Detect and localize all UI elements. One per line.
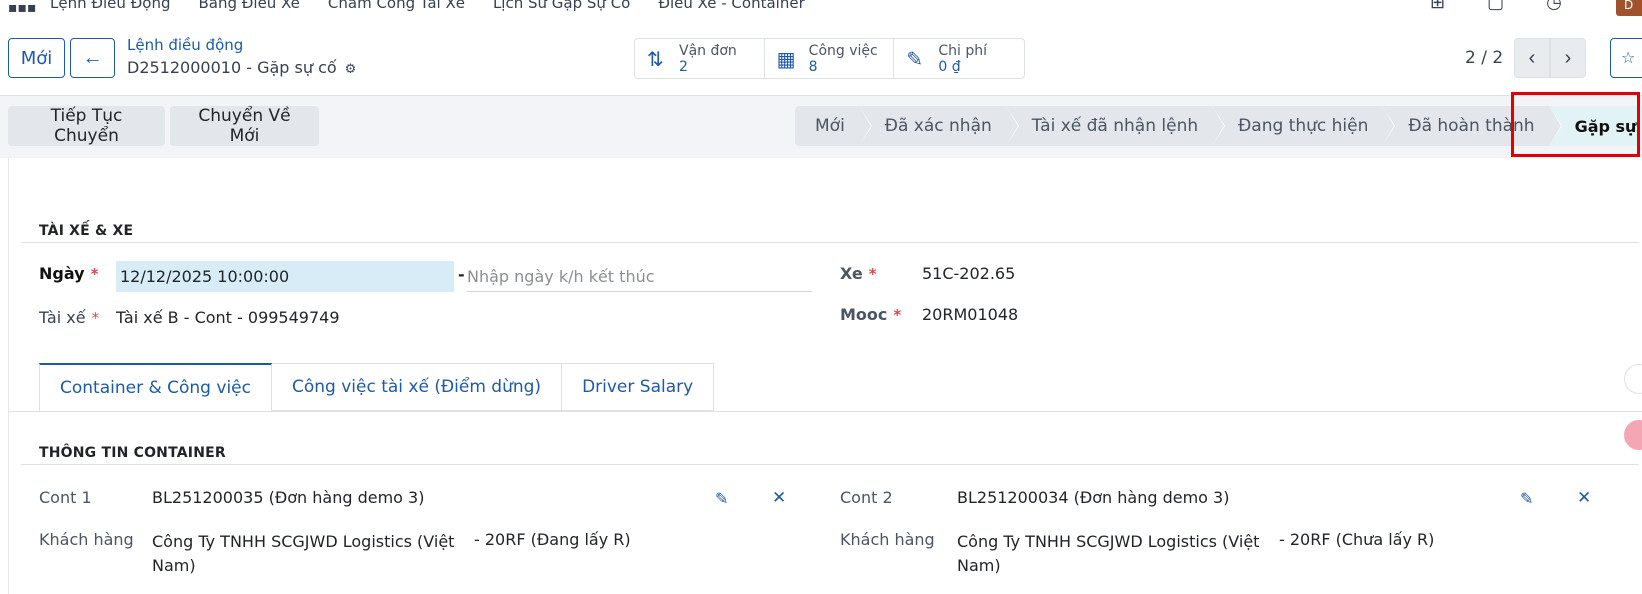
divider (21, 464, 1639, 465)
transfer-icon: ⇅ (647, 46, 664, 71)
type-separator: - (1279, 530, 1290, 549)
chat-icon[interactable]: ▢ (1487, 0, 1504, 13)
gear-icon[interactable]: ⚙ (345, 62, 357, 77)
cont2-type[interactable]: - 20RF (Chưa lấy R) (1279, 530, 1434, 549)
notebook-tabs: Container & Công việc Công việc tài xế (… (39, 363, 715, 412)
trailer-value[interactable]: 20RM01048 (922, 305, 1018, 324)
edit-icon[interactable]: ✎ (715, 489, 728, 508)
end-date-input[interactable] (467, 261, 812, 292)
clock-icon[interactable]: ◷ (1546, 0, 1562, 13)
driver-value[interactable]: Tài xế B - Cont - 099549749 (116, 308, 340, 327)
edit-doc-icon: ✎ (906, 46, 924, 71)
stage-moi[interactable]: Mới (795, 106, 872, 146)
tab-container-cong-viec[interactable]: Container & Công việc (39, 363, 272, 412)
calendar-icon: ▦ (776, 46, 796, 71)
smart-value: 2 (679, 58, 688, 75)
smart-label: Vận đơn (679, 42, 737, 59)
smart-label: Chi phí (938, 42, 987, 59)
arrow-left-icon: ← (82, 46, 103, 69)
menu-item[interactable]: Lệnh Điều Động (50, 0, 171, 12)
top-menu: Lệnh Điều Động Bảng Điều Xe Chấm Công Tà… (50, 0, 805, 12)
form-sheet: TÀI XẾ & XE Ngày * - Tài xế * Tài xế B - C… (8, 158, 1642, 594)
continue-transfer-button[interactable]: Tiếp Tục Chuyển (8, 106, 165, 146)
vehicle-value[interactable]: 51C-202.65 (922, 264, 1015, 283)
avatar[interactable]: D (1616, 0, 1642, 16)
highlight-box (1511, 92, 1640, 157)
smart-button-van-don[interactable]: ⇅ Vận đơn 2 (635, 39, 765, 78)
stage-tai-xe-da-nhan-lenh[interactable]: Tài xế đã nhận lệnh (1005, 106, 1226, 146)
status-bar: Tiếp Tục Chuyển Chuyển Về Mới Mới Đã xác… (0, 96, 1642, 158)
smart-button-chi-phi[interactable]: ✎ Chi phí 0 ₫ (894, 39, 1024, 78)
new-button[interactable]: Mới (8, 38, 65, 78)
pager-prev-button[interactable]: ‹ (1514, 38, 1550, 78)
date-separator: - (458, 265, 465, 284)
menu-item[interactable]: Lịch Sử Gặp Sự Cố (493, 0, 630, 12)
pager-value: 2 / 2 (1465, 48, 1504, 68)
divider (21, 242, 1639, 243)
driver-label-text: Tài xế (39, 308, 86, 327)
breadcrumb-current: D2512000010 - Gặp sự cố ⚙ (127, 58, 356, 77)
stage-da-xac-nhan[interactable]: Đã xác nhận (858, 106, 1019, 146)
chevron-right-icon: › (1564, 46, 1572, 69)
cont2-type-text: 20RF (Chưa lấy R) (1289, 530, 1435, 549)
smart-value: 0 ₫ (938, 58, 961, 75)
section-title-container: THÔNG TIN CONTAINER (39, 445, 226, 461)
tab-driver-salary[interactable]: Driver Salary (562, 363, 715, 411)
control-panel: Mới ← Lệnh điều động D2512000010 - Gặp s… (0, 24, 1642, 96)
pin-icon: ☆ (1621, 48, 1636, 67)
menu-item[interactable]: Bảng Điều Xe (199, 0, 300, 12)
reset-to-new-button[interactable]: Chuyển Về Mới (170, 106, 319, 146)
menu-item[interactable]: Chấm Công Tài Xế (328, 0, 465, 12)
vehicle-label-text: Xe (840, 264, 863, 283)
cont2-value[interactable]: BL251200034 (Đơn hàng demo 3) (957, 488, 1229, 507)
close-icon[interactable]: ✕ (772, 488, 786, 508)
grid-icon[interactable]: ⊞ (1430, 0, 1445, 13)
type-separator: - (474, 530, 485, 549)
top-nav: ▪▪▪ Lệnh Điều Động Bảng Điều Xe Chấm Côn… (0, 0, 1642, 24)
cont1-customer-label: Khách hàng (39, 530, 134, 549)
back-button[interactable]: ← (70, 38, 115, 78)
cont1-label: Cont 1 (39, 488, 92, 507)
stage-dang-thuc-hien[interactable]: Đang thực hiện (1212, 106, 1396, 146)
cont2-label: Cont 2 (840, 488, 893, 507)
section-title-driver: TÀI XẾ & XE (39, 223, 134, 239)
date-input[interactable] (116, 261, 454, 292)
record-title: D2512000010 - Gặp sự cố (127, 58, 337, 77)
required-mark: * (868, 265, 877, 283)
cont2-customer[interactable]: Công Ty TNHH SCGJWD Logistics (Việt Nam) (957, 530, 1262, 578)
cont1-customer[interactable]: Công Ty TNHH SCGJWD Logistics (Việt Nam) (152, 530, 457, 578)
cont2-customer-label: Khách hàng (840, 530, 935, 549)
tab-divider (9, 411, 1642, 412)
close-icon[interactable]: ✕ (1577, 488, 1591, 508)
vehicle-label: Xe * (840, 264, 877, 283)
cont1-type-text: 20RF (Đang lấy R) (484, 530, 631, 549)
chevron-left-icon: ‹ (1528, 46, 1536, 69)
smart-buttons: ⇅ Vận đơn 2 ▦ Công việc 8 ✎ Chi phí 0 ₫ (634, 38, 1025, 79)
required-mark: * (91, 309, 100, 327)
systray: ⊞ ▢ ◷ (1430, 0, 1562, 13)
required-mark: * (90, 265, 99, 283)
trailer-label: Mooc * (840, 305, 901, 324)
smart-button-cong-viec[interactable]: ▦ Công việc 8 (765, 39, 895, 78)
pin-button[interactable]: ☆ (1610, 38, 1642, 78)
smart-label: Công việc (808, 42, 878, 59)
driver-label: Tài xế * (39, 308, 99, 327)
apps-menu-icon[interactable]: ▪▪▪ (8, 0, 36, 16)
date-label-text: Ngày (39, 264, 85, 283)
breadcrumb-parent[interactable]: Lệnh điều động (127, 36, 243, 54)
edit-icon[interactable]: ✎ (1520, 489, 1533, 508)
tab-cong-viec-tai-xe[interactable]: Công việc tài xế (Điểm dừng) (271, 363, 563, 411)
date-label: Ngày * (39, 264, 98, 283)
cont1-type[interactable]: - 20RF (Đang lấy R) (474, 530, 631, 549)
required-mark: * (893, 306, 902, 324)
smart-value: 8 (808, 58, 818, 75)
pager-next-button[interactable]: › (1550, 38, 1586, 78)
menu-item[interactable]: Điều Xe - Container (658, 0, 804, 12)
trailer-label-text: Mooc (840, 305, 888, 324)
cont1-value[interactable]: BL251200035 (Đơn hàng demo 3) (152, 488, 424, 507)
